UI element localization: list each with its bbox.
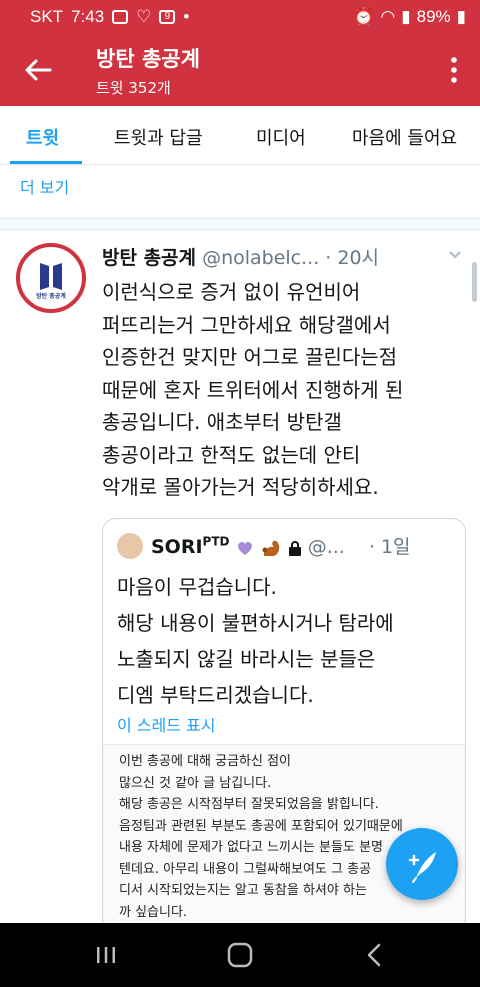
system-nav-bar	[0, 923, 480, 987]
quote-author-name-sup: PTD	[202, 534, 230, 549]
compose-tweet-icon	[408, 852, 436, 883]
back-arrow-icon[interactable]	[22, 54, 54, 86]
avatar-logo-text: 방탄 총공계	[36, 293, 66, 300]
active-tab-indicator	[10, 161, 82, 164]
carrier-label: SKT	[30, 7, 64, 26]
quote-header: SORIPTD @... · 1일	[151, 532, 411, 559]
compose-tweet-button[interactable]	[386, 828, 458, 900]
heart-notification-icon: ♡	[136, 7, 152, 26]
recent-apps-icon[interactable]	[95, 945, 117, 965]
quote-time: · 1일	[368, 536, 411, 558]
battery-icon: ▮	[456, 7, 466, 26]
gallery-notification-icon	[112, 10, 129, 24]
quote-text: 마음이 무겁습니다. 해당 내용이 불편하시거나 탐라에 노출되지 않길 바라시…	[117, 575, 394, 707]
tweet-count: 트윗 352개	[96, 79, 171, 97]
chevron-down-icon[interactable]	[448, 250, 462, 260]
tweet-text: 이런식으로 증거 없이 유언비어 퍼뜨리는거 그만하세요 해당갤에서 인증한건 …	[102, 280, 404, 499]
signal-icon: ▮	[401, 7, 411, 26]
profile-tabs: 트윗 트윗과 답글 미디어 마음에 들어요	[0, 106, 480, 165]
tweet-header: 방탄 총공계 @nolabelc... · 20시	[102, 243, 379, 270]
dot-icon: •	[183, 7, 190, 26]
back-nav-icon[interactable]	[366, 943, 382, 967]
lock-icon	[288, 540, 301, 556]
battery-label: 89%	[416, 7, 451, 26]
app-bar: 방탄 총공계 트윗 352개	[0, 34, 480, 106]
home-icon[interactable]	[227, 942, 253, 968]
quoted-tweet[interactable]: SORIPTD @... · 1일 마음이 무겁습니다. 해당 내용이 불편하시…	[102, 518, 466, 980]
show-more-link[interactable]: 더 보기	[20, 174, 69, 198]
app-notification-icon: 9	[159, 10, 176, 24]
squirrel-icon	[262, 540, 279, 556]
quote-author-handle: @...	[307, 536, 345, 558]
tab-tweets[interactable]: 트윗	[26, 124, 59, 150]
tab-tweets-replies[interactable]: 트윗과 답글	[114, 124, 203, 150]
tweet-author-name[interactable]: 방탄 총공계	[102, 247, 196, 269]
time-label: 7:43	[71, 7, 105, 26]
tab-media[interactable]: 미디어	[256, 124, 306, 150]
alarm-icon: ⏰	[353, 7, 375, 26]
show-thread-link[interactable]: 이 스레드 표시	[117, 712, 216, 736]
more-vert-icon[interactable]	[448, 54, 460, 86]
page-title: 방탄 총공계	[96, 47, 200, 71]
scrollbar[interactable]	[472, 262, 477, 302]
section-divider	[0, 218, 480, 230]
avatar[interactable]: 방탄 총공계	[16, 243, 86, 313]
quote-author-name: SORI	[151, 536, 203, 558]
status-bar: SKT 7:43 ♡ 9 • ⏰ ◠ ▮ 89% ▮	[0, 0, 480, 34]
tweet-author-handle[interactable]: @nolabelc...	[202, 247, 319, 269]
tweet-time: · 20시	[325, 247, 380, 269]
quote-avatar	[117, 533, 143, 559]
wifi-icon: ◠	[380, 7, 396, 26]
purple-heart-icon	[237, 541, 252, 555]
tab-likes[interactable]: 마음에 들어요	[352, 124, 457, 150]
